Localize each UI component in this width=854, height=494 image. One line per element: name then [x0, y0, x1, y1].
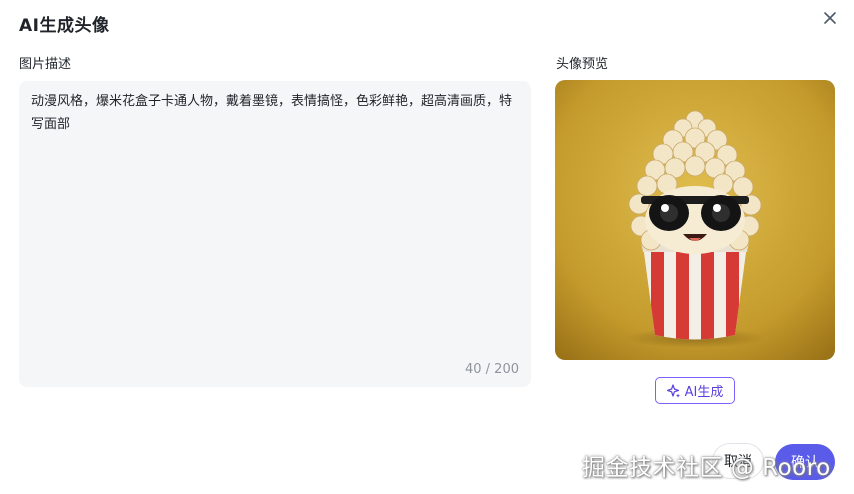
- cancel-button[interactable]: 取消: [712, 443, 764, 479]
- confirm-button[interactable]: 确认: [775, 444, 835, 480]
- avatar-preview-image: [555, 80, 835, 360]
- description-text[interactable]: 动漫风格，爆米花盒子卡通人物，戴着墨镜，表情搞怪，色彩鲜艳，超高清画质，特写面部: [31, 90, 521, 136]
- close-button[interactable]: [820, 8, 840, 28]
- dialog-title: AI生成头像: [19, 16, 110, 36]
- ai-generate-label: AI生成: [684, 385, 724, 400]
- description-label: 图片描述: [19, 57, 72, 72]
- sparkle-icon: [666, 383, 680, 398]
- close-icon: [824, 12, 836, 24]
- ai-generate-button[interactable]: AI生成: [655, 377, 735, 404]
- preview-label: 头像预览: [556, 57, 609, 72]
- description-textarea[interactable]: 动漫风格，爆米花盒子卡通人物，戴着墨镜，表情搞怪，色彩鲜艳，超高清画质，特写面部…: [19, 81, 531, 387]
- character-count: 40 / 200: [465, 362, 519, 377]
- ai-avatar-dialog: AI生成头像 图片描述 头像预览 动漫风格，爆米花盒子卡通人物，戴着墨镜，表情搞…: [0, 0, 854, 494]
